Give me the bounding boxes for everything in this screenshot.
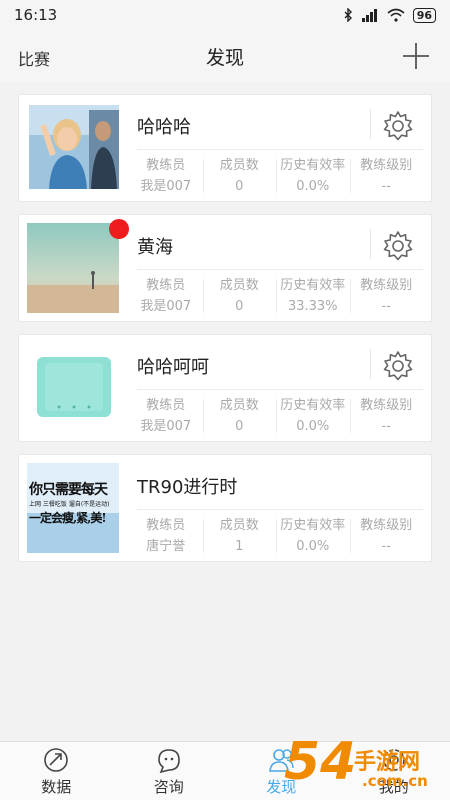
- stat-coach: 教练员 我是007: [140, 278, 192, 314]
- tab-label: 咨询: [153, 777, 184, 796]
- watermark: 54 手游网 .com.cn: [284, 732, 444, 796]
- team-card[interactable]: 哈哈哈 教练员 我是007 成员数 0 历史有效率 0.0% 教练级别 --: [18, 94, 432, 202]
- stat-level: 教练级别 --: [349, 275, 424, 317]
- team-name: 黄海: [137, 237, 173, 258]
- thumbnail-caption: 上网 三餐吃饭 遛自(不是运动): [29, 501, 110, 508]
- stat-members: 成员数 0: [202, 155, 277, 197]
- divider: [137, 149, 423, 150]
- team-stats: 教练员 我是007 成员数 0 历史有效率 33.33% 教练级别 --: [129, 275, 423, 317]
- team-stats: 教练员 我是007 成员数 0 历史有效率 0.0% 教练级别 --: [129, 395, 423, 437]
- chart-arrow-icon: [44, 747, 69, 772]
- team-card[interactable]: 黄海 教练员 我是007 成员数 0 历史有效率 33.33% 教练级别 --: [18, 214, 432, 322]
- page-title: 发现: [205, 46, 244, 69]
- stat-rate: 历史有效率 33.33%: [276, 275, 350, 317]
- team-name: 哈哈呵呵: [137, 357, 209, 378]
- stat-rate: 历史有效率 0.0%: [276, 155, 350, 197]
- divider: [137, 389, 423, 390]
- header: 比赛 发现: [0, 30, 450, 82]
- watermark-domain: .com.cn: [362, 772, 428, 790]
- tab-consult[interactable]: 咨询: [113, 742, 226, 800]
- divider: [370, 229, 371, 259]
- watermark-number: 54: [284, 732, 357, 792]
- stat-level: 教练级别 --: [349, 395, 424, 437]
- chat-face-icon: [157, 748, 180, 773]
- thumbnail-caption: 一定会瘦,紧,美!: [29, 511, 107, 525]
- divider: [370, 109, 371, 139]
- tab-data[interactable]: 数据: [0, 742, 113, 800]
- divider: [137, 509, 423, 510]
- thumbnail-caption: 你只需要每天: [29, 482, 108, 498]
- team-name: 哈哈哈: [137, 117, 191, 138]
- notification-badge: [109, 219, 129, 239]
- stat-coach: 教练员 我是007: [140, 398, 192, 434]
- stat-rate: 历史有效率 0.0%: [276, 515, 350, 557]
- divider: [137, 269, 423, 270]
- stat-members: 成员数 0: [202, 275, 277, 317]
- status-bar: 16:13 96: [0, 0, 450, 30]
- team-name: TR90进行时: [137, 477, 238, 498]
- match-link[interactable]: 比赛: [18, 46, 50, 70]
- bluetooth-icon: [344, 8, 352, 22]
- stat-rate: 历史有效率 0.0%: [276, 395, 350, 437]
- team-card[interactable]: 你只需要每天 上网 三餐吃饭 遛自(不是运动) 一定会瘦,紧,美! TR90进行…: [18, 454, 432, 562]
- team-stats: 教练员 我是007 成员数 0 历史有效率 0.0% 教练级别 --: [129, 155, 423, 197]
- team-card[interactable]: 哈哈呵呵 教练员 我是007 成员数 0 历史有效率 0.0% 教练级别 --: [18, 334, 432, 442]
- settings-gear-icon[interactable]: [381, 349, 415, 383]
- team-thumbnail: 你只需要每天 上网 三餐吃饭 遛自(不是运动) 一定会瘦,紧,美!: [27, 463, 119, 553]
- team-stats: 教练员 唐宁誉 成员数 1 历史有效率 0.0% 教练级别 --: [129, 515, 423, 557]
- stat-coach: 教练员 我是007: [140, 158, 192, 194]
- stat-members: 成员数 1: [202, 515, 277, 557]
- stat-coach: 教练员 唐宁誉: [146, 518, 186, 554]
- team-thumbnail: [29, 345, 119, 429]
- stat-members: 成员数 0: [202, 395, 277, 437]
- tab-label: 数据: [41, 777, 72, 796]
- team-list: 哈哈哈 教练员 我是007 成员数 0 历史有效率 0.0% 教练级别 -- 黄海: [0, 82, 450, 562]
- battery-indicator: 96: [412, 7, 436, 23]
- status-time: 16:13: [14, 6, 58, 24]
- divider: [370, 349, 371, 379]
- stat-level: 教练级别 --: [349, 515, 424, 557]
- team-thumbnail: [29, 105, 119, 189]
- team-thumbnail: [27, 223, 119, 313]
- status-icons: 96: [343, 7, 436, 23]
- settings-gear-icon[interactable]: [381, 229, 415, 263]
- settings-gear-icon[interactable]: [381, 109, 415, 143]
- add-icon[interactable]: [402, 42, 430, 70]
- stat-level: 教练级别 --: [349, 155, 424, 197]
- wifi-icon: [387, 8, 405, 22]
- signal-icon: [361, 9, 377, 22]
